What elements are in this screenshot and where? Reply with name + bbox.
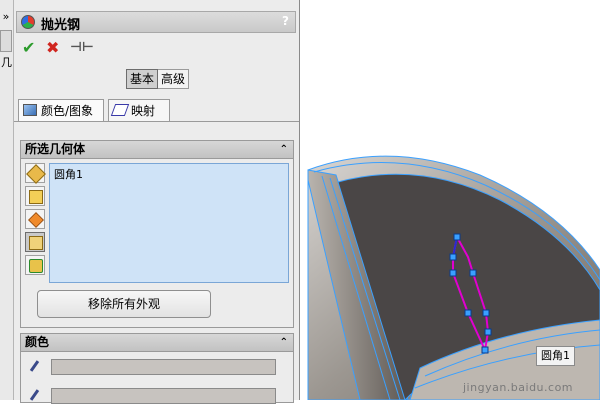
left-side-strip: » 几 — [0, 0, 14, 400]
selection-filter-tools — [25, 163, 46, 278]
color-section: 颜色 ⌃ — [20, 333, 294, 404]
color-swatch[interactable] — [51, 359, 276, 375]
filter-other-button[interactable] — [25, 255, 45, 275]
panel-title: 抛光钢 — [41, 18, 81, 33]
part-icon — [26, 164, 46, 184]
color-title: 颜色 — [25, 335, 50, 349]
selected-geometry-header[interactable]: 所选几何体 ⌃ — [21, 141, 293, 159]
geometry-icon — [29, 259, 43, 273]
list-item[interactable]: 圆角1 — [54, 166, 83, 182]
panel-titlebar: 抛光钢 ? — [16, 11, 296, 33]
watermark: jingyan.baidu.com — [463, 381, 574, 394]
selected-geometry-title: 所选几何体 — [25, 142, 86, 156]
side-tab[interactable] — [0, 30, 12, 52]
mapping-icon — [110, 104, 130, 116]
mode-advanced-button[interactable]: 高级 — [158, 69, 190, 89]
color-swatch-2[interactable] — [51, 388, 276, 404]
mode-basic-button[interactable]: 基本 — [126, 69, 159, 89]
tab-color-image-label: 颜色/图象 — [41, 104, 94, 118]
filter-faces-button[interactable] — [25, 209, 45, 229]
remove-all-appearances-button[interactable]: 移除所有外观 — [37, 290, 211, 318]
filter-parts-button[interactable] — [25, 163, 46, 184]
body-icon — [29, 190, 43, 204]
eyedropper-icon[interactable] — [27, 360, 41, 374]
collapse-up-icon[interactable]: ⌃ — [280, 334, 288, 351]
collapse-up-icon[interactable]: ⌃ — [280, 141, 288, 158]
side-tab-char: 几 — [1, 56, 12, 69]
cancel-x-icon[interactable]: ✖ — [46, 38, 59, 57]
tab-mapping-label: 映射 — [131, 104, 156, 118]
image-icon — [23, 104, 37, 116]
tab-color-image[interactable]: 颜色/图象 — [18, 99, 104, 121]
model-render — [307, 155, 600, 400]
expand-chevron-icon[interactable]: » — [0, 10, 12, 23]
tabs-divider — [14, 121, 299, 122]
eyedropper-icon[interactable] — [27, 389, 41, 403]
color-header[interactable]: 颜色 ⌃ — [21, 334, 293, 352]
feature-icon — [29, 236, 43, 250]
panel-tabs: 颜色/图象 映射 — [18, 99, 298, 123]
property-manager-panel: 抛光钢 ? ✔ ✖ ⊣⊢ 基本 高级 颜色/图象 映射 所选几何体 ⌃ 圆角1 … — [14, 0, 300, 404]
face-icon — [28, 212, 44, 228]
mode-toggle: 基本 高级 — [126, 69, 190, 89]
pin-icon[interactable]: ⊣⊢ — [70, 40, 94, 55]
graphics-viewport[interactable] — [300, 0, 600, 400]
feature-callout-tag[interactable]: 圆角1 — [536, 346, 575, 366]
selected-geometry-list[interactable]: 圆角1 — [49, 163, 289, 283]
tab-mapping[interactable]: 映射 — [108, 99, 170, 121]
filter-features-button[interactable] — [25, 232, 45, 252]
ok-check-icon[interactable]: ✔ — [22, 38, 35, 57]
selected-geometry-section: 所选几何体 ⌃ 圆角1 移除所有外观 — [20, 140, 294, 328]
appearance-icon — [21, 15, 35, 29]
help-icon[interactable]: ? — [282, 14, 289, 28]
filter-bodies-button[interactable] — [25, 186, 45, 206]
